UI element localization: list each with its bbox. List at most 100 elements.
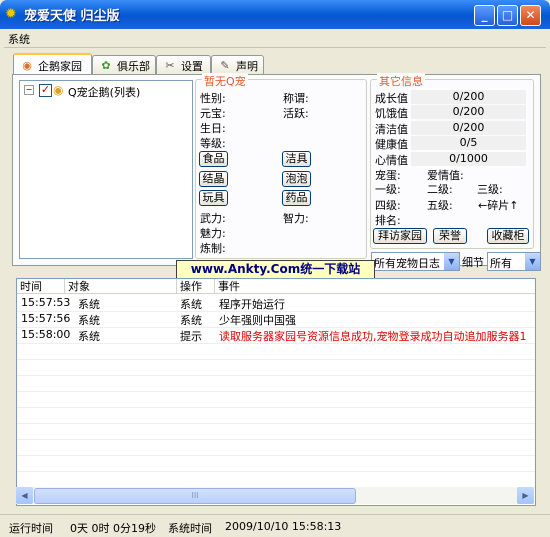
detail-value: 所有 — [490, 257, 512, 270]
table-row[interactable]: 15:57:53 系统 系统 程序开始运行 — [17, 295, 535, 312]
tab-label: 俱乐部 — [117, 60, 150, 73]
flower-icon: ✿ — [101, 59, 111, 72]
detail-label: 细节 — [462, 256, 484, 269]
title-bar[interactable]: ✹ 宠爱天使 归尘版 _ □ ✕ — [0, 0, 550, 29]
empty-row — [17, 359, 535, 376]
growth-label: 成长值 — [375, 92, 408, 105]
birthday-label: 生日: — [200, 122, 226, 135]
row-event: 程序开始运行 — [219, 298, 285, 311]
column-header-event[interactable]: 事件 — [215, 279, 535, 294]
empty-row — [17, 407, 535, 424]
system-time-label: 系统时间 — [168, 522, 212, 535]
force-label: 武力: — [200, 212, 226, 225]
tab-label: 企鹅家园 — [38, 60, 82, 73]
tab-label: 声明 — [236, 60, 258, 73]
tree-checkbox[interactable]: ✓ — [39, 84, 52, 97]
tools-icon: ✂ — [165, 59, 175, 72]
penguin-icon: ◉ — [53, 83, 64, 97]
mood-label: 心情值 — [375, 154, 408, 167]
minimize-button[interactable]: _ — [474, 5, 495, 26]
row-event: 少年强则中国强 — [219, 314, 296, 327]
close-button[interactable]: ✕ — [520, 5, 541, 26]
column-header-op[interactable]: 操作 — [177, 279, 215, 294]
health-label: 健康值 — [375, 138, 408, 151]
hunger-label: 饥饿值 — [375, 107, 408, 120]
column-header-time[interactable]: 时间 — [17, 279, 65, 294]
grade2-label: 二级: — [427, 183, 453, 196]
empty-row — [17, 343, 535, 360]
honor-button[interactable]: 荣誉 — [433, 228, 467, 244]
charm-label: 魅力: — [200, 227, 226, 240]
document-icon: ✎ — [220, 59, 230, 72]
toy-button[interactable]: 玩具 — [199, 190, 228, 206]
yuanbao-label: 元宝: — [200, 107, 226, 120]
grade3-label: 三级: — [477, 183, 503, 196]
menu-bar: 系统 — [4, 29, 546, 48]
log-type-select[interactable]: 所有宠物日志 ▼ — [371, 252, 460, 271]
empty-row — [17, 375, 535, 392]
column-header-object[interactable]: 对象 — [65, 279, 177, 294]
bubble-button[interactable]: 泡泡 — [282, 171, 311, 187]
menu-item-system[interactable]: 系统 — [8, 31, 30, 47]
watermark-banner: www.Ankty.Com统一下载站 — [176, 260, 375, 280]
gender-label: 性别: — [200, 92, 226, 105]
cabinet-button[interactable]: 收藏柜 — [487, 228, 529, 244]
run-time-label: 运行时间 — [9, 522, 53, 535]
row-time: 15:57:56 — [21, 312, 71, 325]
penguin-tree[interactable]: − ✓ ◉ Q宠企鹅(列表) — [19, 80, 193, 259]
scroll-left-icon[interactable]: ◀ — [16, 487, 33, 504]
hunger-bar: 0/200 — [411, 105, 526, 119]
mood-bar: 0/1000 — [411, 152, 526, 166]
row-op: 系统 — [180, 314, 202, 327]
tab-club[interactable]: ✿ 俱乐部 — [92, 55, 156, 76]
medicine-button[interactable]: 药品 — [282, 190, 311, 206]
pet-group-title: 暂无Q宠 — [202, 73, 248, 89]
refine-label: 炼制: — [200, 242, 226, 255]
scroll-thumb[interactable]: III — [34, 488, 356, 504]
level-label: 等级: — [200, 137, 226, 150]
row-object: 系统 — [78, 298, 100, 311]
detail-select[interactable]: 所有 ▼ — [487, 252, 541, 271]
row-op: 系统 — [180, 298, 202, 311]
crystal-button[interactable]: 结晶 — [199, 171, 228, 187]
maximize-button[interactable]: □ — [497, 5, 518, 26]
run-time-value: 0天 0时 0分19秒 — [70, 522, 156, 535]
row-object: 系统 — [78, 330, 100, 343]
empty-row — [17, 471, 535, 488]
tree-root-label[interactable]: Q宠企鹅(列表) — [68, 84, 140, 100]
other-info-title: 其它信息 — [377, 73, 425, 89]
food-button[interactable]: 食品 — [199, 151, 228, 167]
grade4-label: 四级: — [375, 199, 401, 212]
cleanliness-label: 清洁值 — [375, 123, 408, 136]
shard-label: ←碎片↑ — [478, 199, 519, 212]
empty-row — [17, 455, 535, 472]
tab-label: 设置 — [181, 60, 203, 73]
table-row[interactable]: 15:58:00 系统 提示 读取服务器家园号资源信息成功,宠物登录成功自动追加… — [17, 327, 535, 344]
chevron-down-icon: ▼ — [444, 253, 459, 270]
tree-collapse-icon[interactable]: − — [24, 85, 34, 95]
grade5-label: 五级: — [427, 199, 453, 212]
scroll-right-icon[interactable]: ▶ — [517, 487, 534, 504]
log-list[interactable]: 时间 对象 操作 事件 15:57:53 系统 系统 程序开始运行 15:57:… — [16, 278, 536, 506]
intellect-label: 智力: — [283, 212, 309, 225]
horizontal-scrollbar[interactable]: ◀ III ▶ — [16, 487, 534, 504]
row-time: 15:58:00 — [21, 328, 71, 341]
grade1-label: 一级: — [375, 183, 401, 196]
empty-row — [17, 439, 535, 456]
visit-home-button[interactable]: 拜访家园 — [373, 228, 427, 244]
window-title: 宠爱天使 归尘版 — [24, 9, 120, 24]
penguin-icon: ◉ — [22, 59, 32, 72]
clean-button[interactable]: 洁具 — [282, 151, 311, 167]
empty-row — [17, 423, 535, 440]
table-row[interactable]: 15:57:56 系统 系统 少年强则中国强 — [17, 311, 535, 328]
gear-icon[interactable]: ✹ — [5, 6, 21, 22]
title-label: 称谓: — [283, 92, 309, 105]
rank-label: 排名: — [375, 214, 401, 227]
row-time: 15:57:53 — [21, 296, 71, 309]
system-time-value: 2009/10/10 15:58:13 — [225, 520, 342, 533]
growth-bar: 0/200 — [411, 90, 526, 104]
empty-row — [17, 391, 535, 408]
health-bar: 0/5 — [411, 136, 526, 150]
row-op: 提示 — [180, 330, 202, 343]
row-object: 系统 — [78, 314, 100, 327]
